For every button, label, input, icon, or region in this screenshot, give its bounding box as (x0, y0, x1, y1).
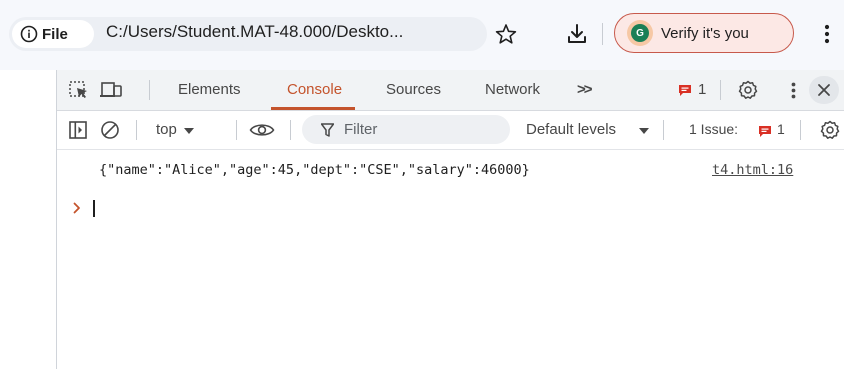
browser-address-bar: File C:/Users/Student.MAT-48.000/Deskto.… (0, 0, 844, 70)
message-count: 1 (698, 81, 707, 98)
toolbar-divider (602, 23, 603, 45)
console-settings-gear-icon[interactable] (819, 119, 841, 141)
toolbar-divider (136, 120, 137, 140)
console-log-message[interactable]: {"name":"Alice","age":45,"dept":"CSE","s… (99, 162, 530, 178)
inspect-element-icon[interactable] (67, 79, 91, 101)
url-text[interactable]: C:/Users/Student.MAT-48.000/Deskto... (106, 22, 403, 42)
tab-network[interactable]: Network (485, 81, 540, 98)
filter-placeholder: Filter (344, 121, 378, 138)
site-info-label: File (42, 25, 68, 43)
live-expression-eye-icon[interactable] (248, 120, 276, 140)
source-link[interactable]: t4.html:16 (712, 162, 793, 178)
tab-console[interactable]: Console (287, 81, 342, 98)
info-icon (20, 25, 38, 43)
tab-elements[interactable]: Elements (178, 81, 241, 98)
verify-label: Verify it's you (661, 24, 749, 42)
issues-label[interactable]: 1 Issue: (689, 121, 738, 137)
context-dropdown-icon[interactable] (183, 126, 195, 136)
toolbar-divider (800, 120, 801, 140)
toolbar-divider (663, 120, 664, 140)
settings-gear-icon[interactable] (737, 79, 759, 101)
devtools-panel: Elements Console Sources Network >> 1 to… (56, 70, 844, 369)
issues-badge-icon[interactable] (757, 124, 773, 138)
site-info-chip[interactable]: File (12, 20, 94, 48)
device-toolbar-icon[interactable] (99, 79, 125, 101)
more-tabs-button[interactable]: >> (577, 81, 592, 98)
console-prompt-chevron-icon (71, 200, 83, 216)
tab-sources[interactable]: Sources (386, 81, 441, 98)
filter-input[interactable]: Filter (302, 115, 510, 144)
tab-divider (720, 80, 721, 100)
filter-funnel-icon (319, 122, 335, 138)
clear-console-icon[interactable] (99, 119, 121, 141)
message-badge-icon[interactable] (677, 83, 693, 97)
devtools-menu-icon[interactable] (787, 80, 799, 100)
issues-count: 1 (777, 121, 785, 137)
sidebar-toggle-icon[interactable] (67, 119, 89, 141)
context-selector[interactable]: top (156, 121, 177, 138)
star-icon[interactable] (494, 22, 518, 46)
download-icon[interactable] (565, 21, 589, 47)
toolbar-divider (236, 120, 237, 140)
active-tab-indicator (271, 107, 355, 110)
levels-dropdown-icon[interactable] (638, 126, 650, 136)
avatar-letter: G (631, 24, 649, 42)
close-icon[interactable] (809, 76, 839, 104)
log-levels-dropdown[interactable]: Default levels (526, 121, 616, 138)
kebab-menu-icon[interactable] (819, 22, 835, 46)
console-input-caret[interactable] (93, 200, 95, 217)
console-toolbar: top Filter Default levels 1 Issue: 1 (57, 111, 844, 150)
verify-account-button[interactable]: G Verify it's you (614, 13, 794, 53)
toolbar-divider (290, 120, 291, 140)
devtools-tab-bar: Elements Console Sources Network >> 1 (57, 70, 844, 111)
tab-divider (149, 80, 150, 100)
avatar: G (627, 20, 653, 46)
